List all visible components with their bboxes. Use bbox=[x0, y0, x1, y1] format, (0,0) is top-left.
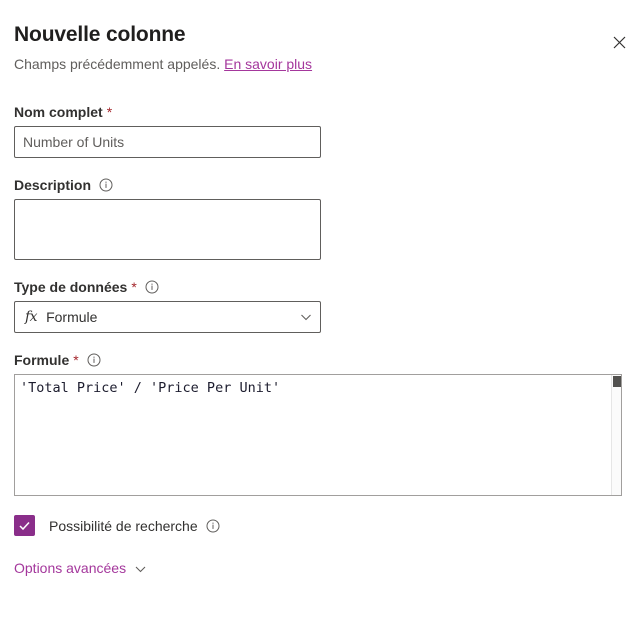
info-icon[interactable] bbox=[206, 519, 220, 533]
chevron-down-icon bbox=[134, 562, 147, 575]
field-display-name: Nom complet * bbox=[14, 98, 628, 158]
label-text: Nom complet bbox=[14, 104, 103, 120]
formula-scrollbar[interactable] bbox=[611, 375, 621, 495]
page-title: Nouvelle colonne bbox=[14, 23, 186, 46]
chevron-down-icon bbox=[300, 311, 312, 323]
searchable-checkbox[interactable] bbox=[14, 515, 35, 536]
field-description: Description bbox=[14, 171, 628, 260]
searchable-label: Possibilité de recherche bbox=[49, 517, 198, 534]
data-type-dropdown[interactable]: fx Formule bbox=[14, 301, 321, 333]
new-column-panel: Nouvelle colonne Champs précédemment app… bbox=[0, 0, 642, 622]
data-type-selected-value: Formule bbox=[46, 309, 98, 325]
description-textarea[interactable] bbox=[14, 199, 321, 260]
label-text: Description bbox=[14, 177, 92, 193]
display-name-input[interactable] bbox=[14, 126, 321, 158]
required-asterisk: * bbox=[73, 352, 79, 368]
info-icon[interactable] bbox=[87, 353, 101, 367]
label-text: Type de données bbox=[14, 279, 128, 295]
advanced-options-toggle[interactable]: Options avancées bbox=[14, 560, 147, 576]
formula-scrollbar-thumb[interactable] bbox=[613, 376, 621, 387]
panel-header: Nouvelle colonne Champs précédemment app… bbox=[0, 0, 642, 74]
field-data-type: Type de données * fx Formule bbox=[14, 273, 628, 333]
fx-icon: fx bbox=[25, 309, 38, 325]
required-asterisk: * bbox=[106, 104, 113, 120]
formula-text[interactable]: 'Total Price' / 'Price Per Unit' bbox=[20, 379, 607, 397]
advanced-options-label: Options avancées bbox=[14, 560, 127, 576]
required-asterisk: * bbox=[131, 279, 137, 295]
searchable-checkbox-row[interactable]: Possibilité de recherche bbox=[14, 515, 220, 536]
field-label-data-type: Type de données * bbox=[14, 273, 628, 301]
info-icon[interactable] bbox=[99, 178, 113, 192]
panel-subtitle: Champs précédemment appelés. En savoir p… bbox=[14, 55, 628, 74]
info-icon[interactable] bbox=[145, 280, 159, 294]
field-formula: Formule * 'Total Price' / 'Price Per Uni… bbox=[14, 346, 628, 496]
label-text: Formule bbox=[14, 352, 70, 368]
field-label-description: Description bbox=[14, 171, 628, 199]
field-label-formula: Formule * bbox=[14, 346, 628, 374]
subtitle-text: Champs précédemment appelés. bbox=[14, 56, 221, 72]
formula-editor[interactable]: 'Total Price' / 'Price Per Unit' bbox=[14, 374, 622, 496]
field-label-display-name: Nom complet * bbox=[14, 98, 628, 126]
close-icon bbox=[613, 36, 626, 49]
checkmark-icon bbox=[18, 519, 31, 532]
column-form: Nom complet * Description bbox=[0, 98, 642, 576]
close-button[interactable] bbox=[604, 27, 634, 57]
learn-more-link[interactable]: En savoir plus bbox=[224, 56, 312, 72]
